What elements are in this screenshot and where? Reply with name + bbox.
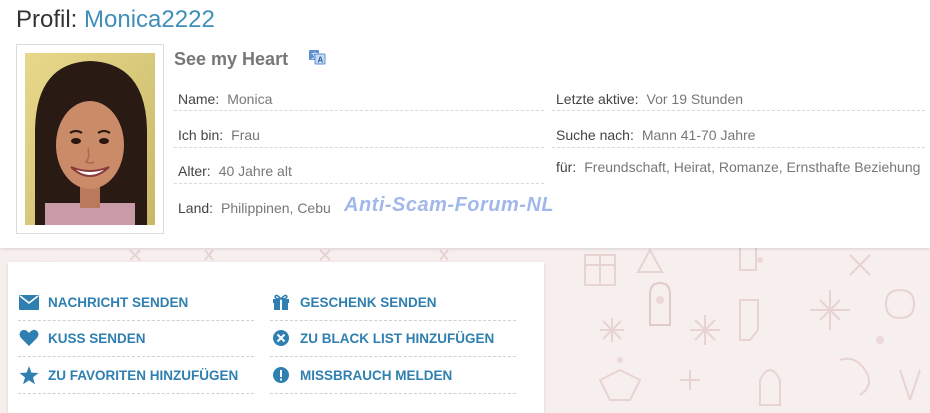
- detail-age-label: Alter:: [178, 163, 211, 179]
- avatar: [25, 53, 155, 225]
- send-gift-label: GESCHENK SENDEN: [300, 294, 437, 310]
- detail-gender: Ich bin: Frau: [174, 117, 544, 148]
- detail-name: Name: Monica: [174, 80, 544, 111]
- envelope-icon: [18, 292, 40, 312]
- gift-icon: [584, 254, 616, 286]
- report-abuse-button[interactable]: MISSBRAUCH MELDEN: [270, 357, 516, 394]
- svg-text:A: A: [318, 56, 324, 65]
- detail-age-value: 40 Jahre alt: [218, 163, 292, 179]
- close-circle-icon: [270, 328, 292, 348]
- detail-gender-value: Frau: [231, 127, 260, 143]
- send-message-button[interactable]: NACHRICHT SENDEN: [18, 284, 254, 321]
- detail-country-label: Land:: [178, 200, 214, 216]
- detail-for-label: für:: [556, 159, 577, 175]
- detail-seeking-label: Suche nach:: [556, 127, 634, 143]
- profile-header-card: Profil: Monica2222 See my Heart A Name: …: [0, 0, 930, 248]
- detail-name-value: Monica: [227, 91, 273, 107]
- send-kiss-label: KUSS SENDEN: [48, 330, 146, 346]
- detail-age: Alter: 40 Jahre alt: [174, 153, 544, 184]
- add-to-favorites-button[interactable]: ZU FAVORITEN HINZUFÜGEN: [18, 357, 254, 394]
- send-kiss-button[interactable]: KUSS SENDEN: [18, 320, 254, 357]
- title-prefix: Profil:: [16, 6, 78, 33]
- detail-name-label: Name:: [178, 91, 220, 107]
- profile-username[interactable]: Monica2222: [84, 6, 215, 33]
- gift-icon: [270, 292, 292, 312]
- add-to-blacklist-button[interactable]: ZU BLACK LIST HINZUFÜGEN: [270, 320, 516, 357]
- star-icon: [18, 365, 40, 385]
- translate-icon[interactable]: 文 A: [308, 48, 326, 71]
- profile-motto: See my Heart: [174, 49, 289, 69]
- page-title: Profil: Monica2222: [16, 6, 215, 34]
- detail-for-value: Freundschaft, Heirat, Romanze, Ernsthaft…: [584, 159, 921, 175]
- detail-gender-label: Ich bin:: [178, 127, 224, 143]
- watermark-text: Anti-Scam-Forum-NL: [344, 194, 555, 216]
- send-gift-button[interactable]: GESCHENK SENDEN: [270, 284, 516, 321]
- exclamation-circle-icon: [270, 365, 292, 385]
- report-abuse-label: MISSBRAUCH MELDEN: [300, 367, 453, 383]
- add-to-favorites-label: ZU FAVORITEN HINZUFÜGEN: [48, 367, 239, 383]
- profile-photo[interactable]: [16, 44, 164, 234]
- detail-seeking: Suche nach: Mann 41-70 Jahre: [552, 117, 925, 148]
- detail-seeking-value: Mann 41-70 Jahre: [641, 127, 756, 143]
- heart-icon: [18, 328, 40, 348]
- send-message-label: NACHRICHT SENDEN: [48, 294, 189, 310]
- detail-country-value: Philippinen, Cebu: [221, 200, 331, 216]
- detail-last-active: Letzte aktive: Vor 19 Stunden: [552, 80, 925, 111]
- detail-last-active-value: Vor 19 Stunden: [646, 91, 744, 107]
- detail-for: für: Freundschaft, Heirat, Romanze, Ernst…: [552, 153, 925, 197]
- add-to-blacklist-label: ZU BLACK LIST HINZUFÜGEN: [300, 330, 495, 346]
- profile-actions-panel: NACHRICHT SENDEN GESCHENK SENDEN KUSS SE…: [8, 262, 544, 413]
- detail-last-active-label: Letzte aktive:: [556, 91, 639, 107]
